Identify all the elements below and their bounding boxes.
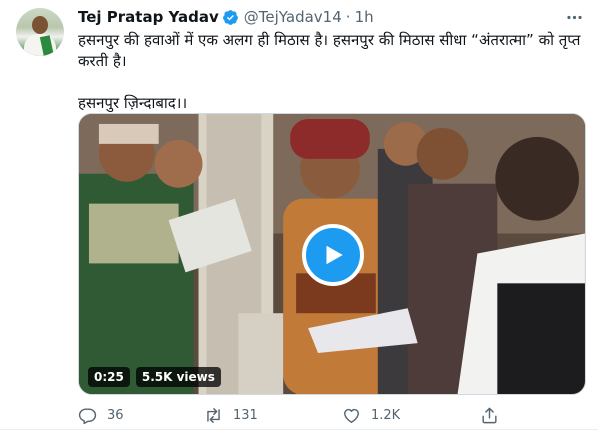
video-player[interactable]: 0:25 5.5K views bbox=[78, 113, 586, 395]
reply-button[interactable]: 36 bbox=[78, 402, 124, 428]
tweet-text-line-1: हसनपुर की हवाओं में एक अलग ही मिठास है। … bbox=[78, 31, 581, 70]
video-duration: 0:25 bbox=[88, 367, 130, 387]
author-handle[interactable]: @TejYadav14 bbox=[244, 8, 342, 26]
author-name[interactable]: Tej Pratap Yadav bbox=[78, 8, 219, 26]
reply-count: 36 bbox=[107, 407, 124, 423]
tweet[interactable]: Tej Pratap Yadav @TejYadav14 · 1h हसनपुर… bbox=[0, 0, 598, 430]
like-icon bbox=[344, 408, 359, 423]
share-icon bbox=[482, 407, 497, 423]
avatar-head-shape bbox=[32, 16, 48, 34]
more-options-icon bbox=[566, 15, 582, 19]
play-icon bbox=[326, 245, 343, 265]
tweet-text-line-2: हसनपुर ज़िन्दाबाद।। bbox=[78, 94, 188, 112]
like-count: 1.2K bbox=[371, 407, 401, 423]
retweet-icon bbox=[207, 407, 220, 423]
play-button[interactable] bbox=[302, 224, 364, 286]
more-options-button[interactable] bbox=[564, 7, 584, 27]
reply-icon bbox=[78, 407, 97, 424]
verified-badge-icon bbox=[222, 9, 238, 25]
like-button[interactable]: 1.2K bbox=[342, 402, 400, 428]
avatar[interactable] bbox=[16, 8, 64, 56]
tweet-header: Tej Pratap Yadav @TejYadav14 · 1h bbox=[78, 7, 584, 27]
share-button[interactable] bbox=[480, 402, 499, 428]
separator-dot: · bbox=[345, 8, 351, 26]
video-stats: 0:25 5.5K views bbox=[88, 366, 221, 388]
tweet-actions: 36 131 1.2K bbox=[72, 402, 592, 428]
retweet-button[interactable]: 131 bbox=[204, 402, 258, 428]
video-views: 5.5K views bbox=[135, 367, 221, 387]
tweet-timestamp[interactable]: 1h bbox=[355, 8, 374, 26]
tweet-text: हसनपुर की हवाओं में एक अलग ही मिठास है। … bbox=[78, 30, 586, 114]
retweet-count: 131 bbox=[233, 407, 258, 423]
